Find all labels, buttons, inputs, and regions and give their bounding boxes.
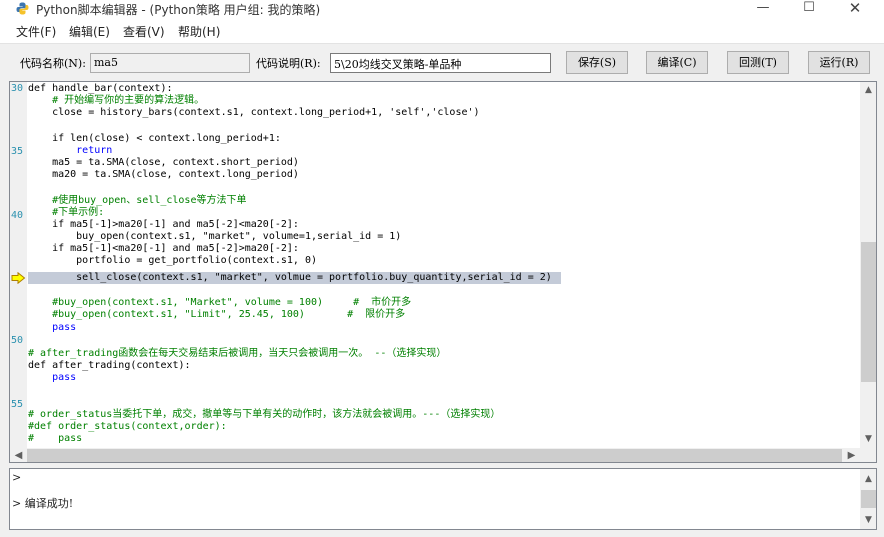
compile-result-text: > 编译成功! bbox=[12, 497, 74, 510]
close-button[interactable]: ✕ bbox=[832, 0, 878, 18]
code-line: buy_open(context.s1, "market", volume=1,… bbox=[28, 231, 402, 242]
maximize-button[interactable]: ☐ bbox=[786, 0, 832, 18]
output-prompt: > bbox=[12, 471, 22, 484]
code-line: #buy_open(context.s1, "Market", volume =… bbox=[28, 297, 412, 308]
save-button[interactable]: 保存(S) bbox=[566, 51, 628, 74]
horizontal-scroll-thumb[interactable] bbox=[27, 449, 842, 462]
line-number: 40 bbox=[11, 210, 24, 221]
code-line: #使用buy_open、sell_close等方法下单 bbox=[28, 195, 247, 206]
code-line: ma5 = ta.SMA(close, context.short_period… bbox=[28, 157, 299, 168]
menu-file[interactable]: 文件(F) bbox=[16, 23, 56, 40]
code-line: def handle_bar(context): bbox=[28, 83, 173, 94]
toolbar: 代码名称(N): ma5 代码说明(R): 5\20均线交叉策略-单品种 保存(… bbox=[0, 45, 884, 81]
output-scroll-thumb[interactable] bbox=[861, 490, 876, 508]
scroll-right-arrow-icon[interactable]: ▶ bbox=[843, 448, 860, 462]
code-line: #buy_open(context.s1, "Limit", 25.45, 10… bbox=[28, 309, 406, 320]
scroll-left-arrow-icon[interactable]: ◀ bbox=[10, 448, 27, 462]
scroll-up-arrow-icon[interactable]: ▲ bbox=[860, 82, 876, 99]
code-line: #def order_status(context,order): bbox=[28, 421, 227, 432]
code-text[interactable]: def handle_bar(context): # 开始编写你的主要的算法逻辑… bbox=[28, 82, 860, 448]
code-line: if len(close) < context.long_period+1: bbox=[28, 133, 281, 144]
line-number: 50 bbox=[11, 335, 24, 346]
minimize-button[interactable]: — bbox=[740, 0, 786, 18]
run-button[interactable]: 运行(R) bbox=[808, 51, 870, 74]
menu-edit[interactable]: 编辑(E) bbox=[69, 23, 110, 40]
code-line: portfolio = get_portfolio(context.s1, 0) bbox=[28, 255, 317, 266]
scrollbar-corner bbox=[860, 448, 876, 462]
window-title: Python脚本编辑器 - (Python策略 用户组: 我的策略) bbox=[36, 3, 321, 17]
title-bar: Python脚本编辑器 - (Python策略 用户组: 我的策略) — ☐ ✕ bbox=[0, 0, 884, 18]
scroll-down-arrow-icon[interactable]: ▼ bbox=[860, 431, 876, 448]
backtest-button[interactable]: 回测(T) bbox=[727, 51, 789, 74]
editor-horizontal-scrollbar[interactable]: ◀ ▶ bbox=[10, 448, 860, 462]
code-line: def after_trading(context): bbox=[28, 360, 191, 371]
code-name-field[interactable]: ma5 bbox=[90, 53, 250, 73]
line-number: 55 bbox=[11, 399, 24, 410]
scroll-up-arrow-icon[interactable]: ▲ bbox=[860, 471, 876, 488]
menu-bar: 文件(F) 编辑(E) 查看(V) 帮助(H) bbox=[0, 18, 884, 44]
scroll-down-arrow-icon[interactable]: ▼ bbox=[860, 512, 876, 529]
output-pane[interactable]: > > 编译成功! ▲ ▼ bbox=[9, 468, 877, 530]
code-line: close = history_bars(context.s1, context… bbox=[28, 107, 480, 118]
code-line: sell_close(context.s1, "market", volmue … bbox=[28, 272, 552, 283]
code-line: if ma5[-1]>ma20[-1] and ma5[-2]<ma20[-2]… bbox=[28, 219, 299, 230]
code-line: #下单示例: bbox=[28, 207, 105, 218]
line-number: 30 bbox=[11, 83, 24, 94]
code-description-field[interactable]: 5\20均线交叉策略-单品种 bbox=[330, 53, 551, 73]
code-line: return bbox=[28, 145, 113, 156]
compile-button[interactable]: 编译(C) bbox=[646, 51, 708, 74]
python-app-icon bbox=[16, 2, 29, 15]
arrow-right-icon bbox=[11, 272, 26, 284]
code-editor[interactable]: 30 35 40 50 55 def handle_bar(context): … bbox=[9, 81, 877, 463]
code-name-label: 代码名称(N): bbox=[20, 57, 86, 70]
line-number: 35 bbox=[11, 146, 24, 157]
code-line: if ma5[-1]<ma20[-1] and ma5[-2]>ma20[-2]… bbox=[28, 243, 299, 254]
menu-view[interactable]: 查看(V) bbox=[123, 23, 165, 40]
editor-vertical-scrollbar[interactable]: ▲ ▼ bbox=[860, 82, 876, 448]
code-line: pass bbox=[28, 372, 77, 383]
code-line: # order_status当委托下单，成交，撤单等与下单有关的动作时，该方法就… bbox=[28, 409, 501, 420]
code-line: pass bbox=[28, 322, 77, 333]
code-line: ma20 = ta.SMA(close, context.long_period… bbox=[28, 169, 299, 180]
vertical-scroll-thumb[interactable] bbox=[861, 242, 876, 382]
code-description-label: 代码说明(R): bbox=[256, 57, 321, 70]
code-line: # after_trading函数会在每天交易结束后被调用，当天只会被调用一次。… bbox=[28, 348, 447, 359]
menu-help[interactable]: 帮助(H) bbox=[178, 23, 220, 40]
output-vertical-scrollbar[interactable]: ▲ ▼ bbox=[860, 469, 876, 529]
code-line: # pass bbox=[28, 433, 83, 444]
code-line: # 开始编写你的主要的算法逻辑。 bbox=[28, 95, 205, 106]
line-number-gutter: 30 35 40 50 55 bbox=[10, 82, 27, 448]
